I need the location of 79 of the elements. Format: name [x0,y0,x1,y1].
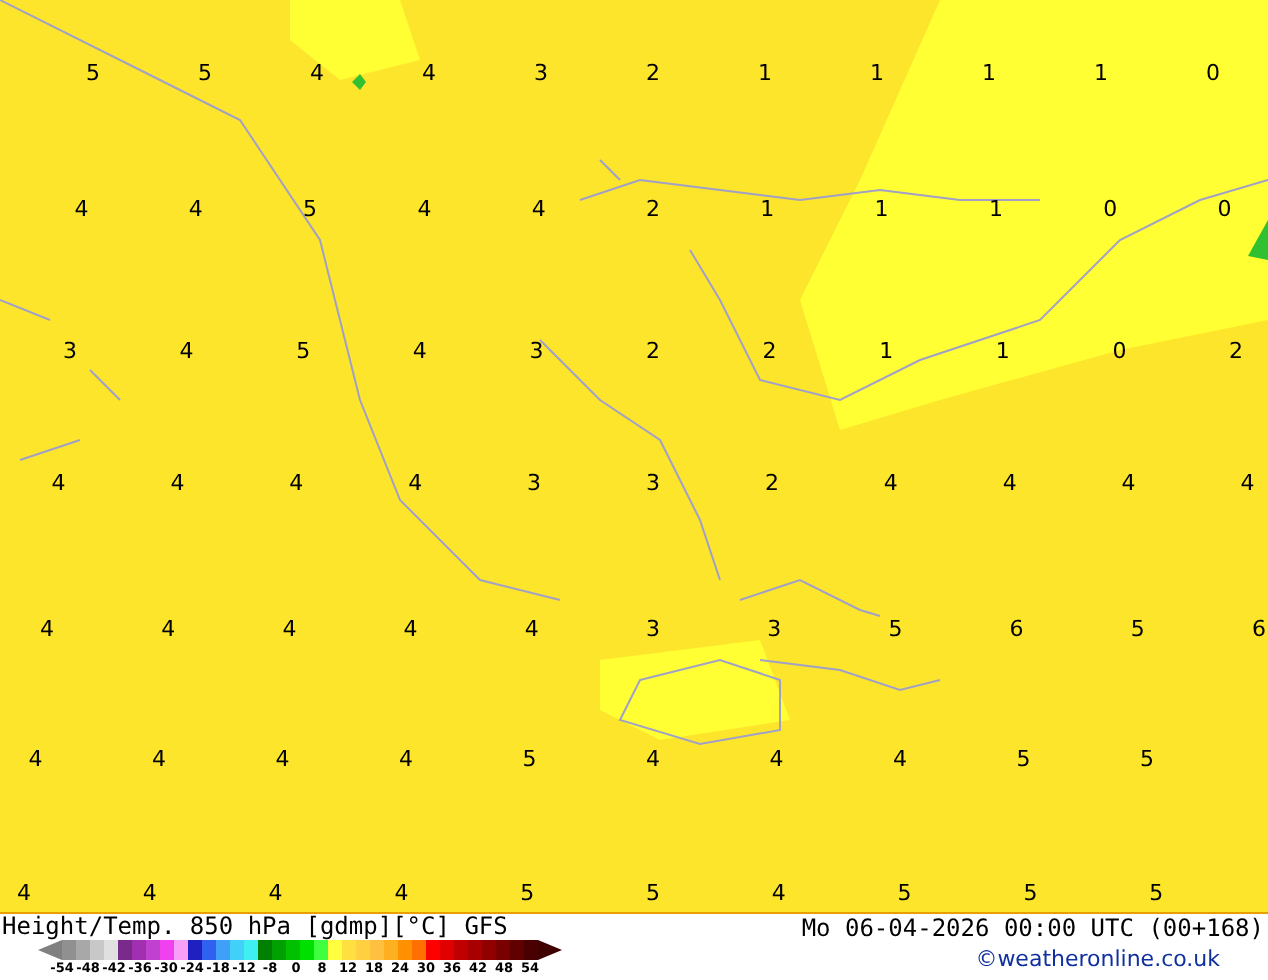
contour-value: 4 [1121,470,1136,498]
contour-value: 4 [74,196,89,224]
contour-value: 4 [40,616,54,644]
contour-value: 4 [769,746,784,774]
contour-value: 4 [161,616,176,644]
contour-value: 4 [394,880,409,908]
contour-value: 2 [764,470,779,498]
contour-value: 4 [310,60,324,88]
contour-value: 4 [408,470,423,498]
contour-value: 4 [893,746,907,774]
contour-value: 1 [988,196,1003,224]
contour-value: 6 [1252,616,1266,644]
contour-value: 4 [771,880,786,908]
contour-value: 4 [422,60,436,88]
contour-value: 4 [51,470,66,498]
contour-value: 5 [1140,746,1154,774]
contour-value: 5 [522,746,537,774]
contour-value: 0 [1103,196,1118,224]
contour-value: 2 [762,338,777,366]
credit-link[interactable]: ©weatheronline.co.uk [975,944,1220,974]
contour-value: 1 [760,196,775,224]
contour-value: 4 [399,746,413,774]
contour-value: 6 [1009,616,1024,644]
contour-value: 0 [1206,60,1220,88]
contour-value: 4 [524,616,539,644]
contour-value: 4 [179,338,194,366]
contour-value: 5 [520,880,535,908]
contour-value: 3 [646,470,660,498]
contour-value: 5 [1016,746,1031,774]
contour-value: 5 [897,880,912,908]
contour-value: 5 [303,196,318,224]
contour-value: 4 [17,880,31,908]
contour-value: 4 [531,196,546,224]
contour-value: 0 [1112,338,1127,366]
contour-value: 1 [870,60,884,88]
contour-value: 4 [289,470,304,498]
contour-value: 4 [188,196,203,224]
contour-value: 0 [1217,196,1232,224]
contour-value: 4 [646,746,660,774]
contour-value: 1 [995,338,1010,366]
contour-value: 2 [646,60,660,88]
contour-value: 3 [529,338,544,366]
contour-value: 1 [1094,60,1108,88]
contour-value: 1 [879,338,894,366]
contour-value: 4 [412,338,427,366]
contour-value: 4 [268,880,283,908]
chart-title: Height/Temp. 850 hPa [gdmp][°C] GFS [2,914,510,940]
contour-value: 2 [1229,338,1243,366]
contour-value: 4 [1002,470,1017,498]
contour-value: 4 [403,616,418,644]
contour-value: 5 [296,338,311,366]
contour-value: 5 [86,60,100,88]
scale-arrow-icon [538,940,562,960]
forecast-datetime: Mo 06-04-2026 00:00 UTC (00+168) [801,914,1264,944]
contour-value: 3 [527,470,542,498]
contour-value: 5 [1149,880,1164,908]
contour-value: 4 [282,616,297,644]
contour-value: 3 [63,338,77,366]
contour-value: 1 [874,196,889,224]
contour-value: 4 [417,196,432,224]
contour-value: 4 [883,470,898,498]
contour-value: 5 [646,880,660,908]
contour-value: 3 [646,616,660,644]
contour-value: 2 [646,196,660,224]
contour-value: 4 [170,470,185,498]
contour-value: 1 [982,60,996,88]
contour-value: 4 [152,746,166,774]
contour-value: 5 [1023,880,1038,908]
contour-value: 4 [142,880,157,908]
contour-value: 2 [646,338,660,366]
contour-value: 3 [767,616,782,644]
contour-value: 5 [888,616,903,644]
contour-value: 4 [275,746,290,774]
contour-value: 3 [534,60,548,88]
contour-value: 1 [758,60,772,88]
contour-value: 5 [1130,616,1145,644]
contour-value: 4 [1240,470,1255,498]
contour-value: 4 [28,746,43,774]
contour-value: 5 [198,60,212,88]
